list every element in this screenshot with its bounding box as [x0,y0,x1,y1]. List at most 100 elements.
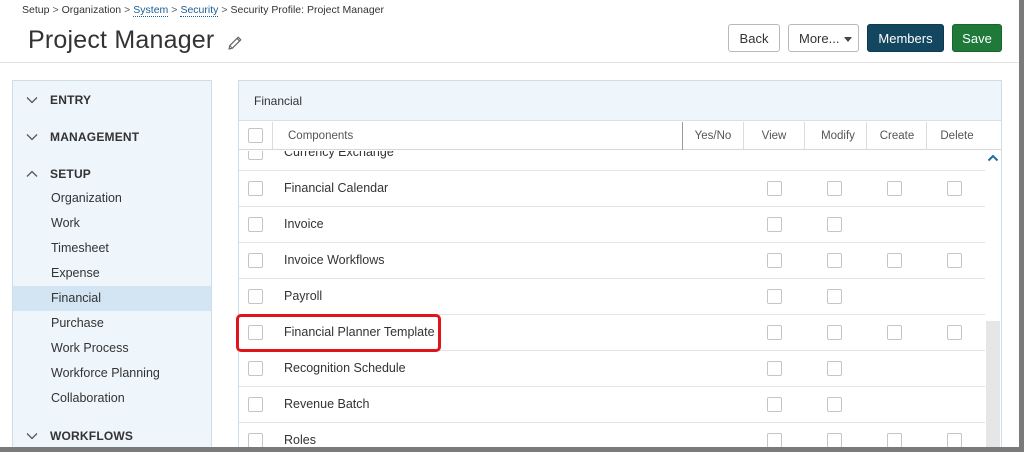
save-button[interactable]: Save [952,24,1002,52]
breadcrumb: Setup > Organization > System > Security > Secur… [22,4,384,17]
table-row: Payroll [239,279,985,315]
component-name: Revenue Batch [284,397,370,411]
sidebar-section-label: MANAGEMENT [50,130,140,144]
sidebar-item-work[interactable]: Work [13,211,211,236]
create-checkbox[interactable] [887,433,902,447]
row-select-checkbox[interactable] [248,181,263,196]
chevron-up-icon [26,170,38,177]
column-divider [272,122,273,150]
delete-checkbox[interactable] [947,325,962,340]
back-button[interactable]: Back [728,24,780,52]
sidebar-section-label: WORKFLOWS [50,429,134,443]
view-checkbox[interactable] [767,253,782,268]
modify-checkbox[interactable] [827,397,842,412]
modify-checkbox[interactable] [827,433,842,447]
sidebar-section-entry[interactable]: ENTRY [13,85,211,115]
column-header-yes-no[interactable]: Yes/No [683,122,743,150]
table-row: Roles [239,423,985,447]
row-select-checkbox[interactable] [248,361,263,376]
breadcrumb-separator: > [52,4,59,16]
breadcrumb-organization: Organization [61,4,122,16]
sidebar-section-setup[interactable]: SETUP [13,159,211,189]
view-checkbox[interactable] [767,289,782,304]
table-row: Revenue Batch [239,387,985,423]
view-checkbox[interactable] [767,181,782,196]
breadcrumb-security-link[interactable]: Security [180,4,219,17]
sidebar-section-workflows[interactable]: WORKFLOWS [13,421,211,447]
modify-checkbox[interactable] [827,361,842,376]
view-checkbox[interactable] [767,433,782,447]
chevron-up-icon[interactable] [987,153,999,163]
sidebar-item-purchase[interactable]: Purchase [13,311,211,336]
table-row: Currency Exchange [239,151,985,171]
component-name: Payroll [284,289,323,303]
component-name: Financial Calendar [284,181,389,195]
modify-checkbox[interactable] [827,181,842,196]
permissions-panel: Financial Components Yes/No View Modify … [238,80,1002,447]
header-divider [0,62,1019,63]
column-header-delete[interactable]: Delete [927,122,987,150]
breadcrumb-current: Security Profile: Project Manager [230,4,384,16]
breadcrumb-setup: Setup [22,4,50,16]
breadcrumb-separator: > [221,4,228,16]
delete-checkbox[interactable] [947,253,962,268]
create-checkbox[interactable] [887,253,902,268]
chevron-down-icon [26,97,38,104]
table-row: Invoice [239,207,985,243]
highlight-annotation-box [236,314,441,352]
column-header-view[interactable]: View [744,122,804,150]
delete-checkbox[interactable] [947,433,962,447]
table-row: Financial Calendar [239,171,985,207]
create-checkbox[interactable] [887,325,902,340]
scrollbar-thumb[interactable] [986,321,1000,447]
select-all-checkbox[interactable] [248,128,263,143]
grid-header: Components Yes/No View Modify Create Del… [239,122,1001,150]
row-select-checkbox[interactable] [248,433,263,447]
panel-header: Financial [239,81,1001,121]
row-select-checkbox[interactable] [248,253,263,268]
column-header-create[interactable]: Create [867,122,927,150]
row-select-checkbox[interactable] [248,289,263,304]
sidebar-item-financial[interactable]: Financial [13,286,211,311]
caret-down-icon [844,37,852,42]
component-name: Invoice [284,217,324,231]
breadcrumb-separator: > [171,4,178,16]
view-checkbox[interactable] [767,325,782,340]
sidebar-item-organization[interactable]: Organization [13,186,211,211]
breadcrumb-system-link[interactable]: System [133,4,169,17]
delete-checkbox[interactable] [947,181,962,196]
sidebar-nav: ENTRY MANAGEMENT SETUP Organization Work… [12,80,212,447]
view-checkbox[interactable] [767,217,782,232]
members-button[interactable]: Members [867,24,944,52]
component-name: Roles [284,433,316,447]
breadcrumb-separator: > [124,4,131,16]
sidebar-item-workforce-planning[interactable]: Workforce Planning [13,361,211,386]
column-header-components[interactable]: Components [288,122,353,150]
sidebar-section-label: ENTRY [50,93,92,107]
more-button-label: More... [799,30,840,46]
sidebar-item-work-process[interactable]: Work Process [13,336,211,361]
create-checkbox[interactable] [887,181,902,196]
row-select-checkbox[interactable] [248,217,263,232]
view-checkbox[interactable] [767,361,782,376]
app-window: Setup > Organization > System > Security > Secur… [0,0,1024,452]
modify-checkbox[interactable] [827,217,842,232]
component-name: Currency Exchange [284,151,394,159]
more-dropdown-button[interactable]: More... [788,24,859,52]
pencil-edit-icon[interactable] [226,34,244,52]
sidebar-section-management[interactable]: MANAGEMENT [13,122,211,152]
table-row: Invoice Workflows [239,243,985,279]
view-checkbox[interactable] [767,397,782,412]
sidebar-item-expense[interactable]: Expense [13,261,211,286]
component-name: Invoice Workflows [284,253,385,267]
row-select-checkbox[interactable] [248,151,263,160]
modify-checkbox[interactable] [827,253,842,268]
sidebar-item-timesheet[interactable]: Timesheet [13,236,211,261]
component-name: Recognition Schedule [284,361,406,375]
sidebar-section-label: SETUP [50,167,92,181]
column-header-modify[interactable]: Modify [805,122,871,150]
sidebar-item-collaboration[interactable]: Collaboration [13,386,211,411]
modify-checkbox[interactable] [827,289,842,304]
row-select-checkbox[interactable] [248,397,263,412]
modify-checkbox[interactable] [827,325,842,340]
